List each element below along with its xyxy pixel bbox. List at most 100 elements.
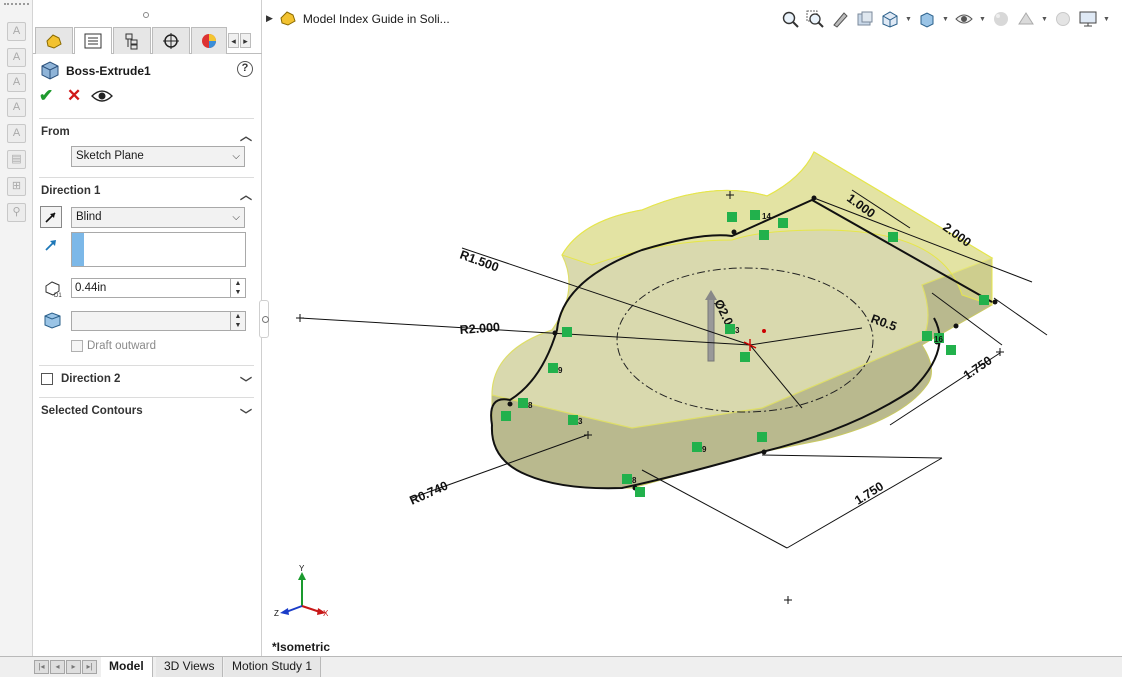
configuration-manager-icon: [125, 33, 138, 50]
end-condition-select[interactable]: Blind ⌵: [71, 207, 245, 228]
dim-1750-bottom[interactable]: 1.750: [852, 479, 886, 507]
chevron-down-icon: ⌵: [232, 212, 240, 223]
tab-dimxpert-manager[interactable]: [152, 27, 190, 54]
prev-tab-icon[interactable]: ◂: [50, 660, 65, 674]
dim-r2000[interactable]: R2.000: [459, 320, 500, 337]
smart-dimension-icon[interactable]: A: [7, 22, 26, 41]
relation-count-8a: 8: [528, 401, 533, 410]
last-tab-icon[interactable]: ▸|: [82, 660, 97, 674]
tab-model[interactable]: Model: [101, 657, 153, 677]
feature-manager-icon: [46, 34, 62, 49]
draft-outward-checkbox[interactable]: [71, 340, 83, 352]
dim-r0740[interactable]: R0.740: [408, 479, 451, 508]
from-select[interactable]: Sketch Plane ⌵: [71, 146, 245, 167]
tab-3d-views[interactable]: 3D Views: [156, 657, 224, 677]
preview-eye-icon[interactable]: [91, 88, 113, 104]
graphics-area[interactable]: ▶ Model Index Guide in Soli... ▼ ▼ ▼ ▼ ▼: [262, 0, 1122, 656]
selection-color-swatch: [72, 233, 84, 266]
note-icon[interactable]: A: [7, 48, 26, 67]
separator: [39, 365, 254, 366]
direction-reference-box[interactable]: [71, 232, 246, 267]
tab-feature-manager[interactable]: [35, 27, 73, 54]
direction-vector-icon: [40, 234, 62, 256]
direction1-label: Direction 1: [41, 185, 101, 197]
separator: [39, 177, 254, 178]
separator: [39, 397, 254, 398]
first-tab-icon[interactable]: |◂: [34, 660, 49, 674]
crosshair-icon: [163, 33, 179, 49]
bottom-tab-bar: |◂ ◂ ▸ ▸| Model 3D Views Motion Study 1: [0, 656, 1122, 677]
relation-count-9a: 9: [558, 366, 563, 375]
relation-count-9b: 9: [702, 445, 707, 454]
boss-extrude-icon: [41, 61, 59, 80]
direction2-section-header[interactable]: Direction 2 ﹀: [61, 373, 254, 393]
panel-grip-icon: [143, 12, 149, 18]
ok-check-icon[interactable]: ✔: [39, 86, 53, 106]
triad-icon: [280, 572, 326, 615]
svg-text:D1: D1: [54, 293, 62, 298]
command-strip: A A A A A ▤ ⊞ ⚲: [0, 0, 33, 656]
end-condition-value: Blind: [76, 211, 102, 223]
draft-outward-label: Draft outward: [87, 340, 157, 352]
relation-count-3a: 3: [578, 417, 583, 426]
ok-cancel-bar: ✔ ✕: [39, 86, 129, 108]
cancel-x-icon[interactable]: ✕: [67, 86, 81, 106]
chevron-up-icon[interactable]: ︿: [240, 127, 252, 144]
dim-r1500[interactable]: R1.500: [458, 248, 501, 275]
grip-dots: [4, 3, 29, 7]
tab-display-manager[interactable]: [191, 27, 227, 54]
tab-motion-study-1[interactable]: Motion Study 1: [224, 657, 322, 677]
chevron-down-icon[interactable]: ﹀: [240, 374, 252, 391]
depth-spinner[interactable]: ▲ ▼: [230, 279, 245, 297]
view-orientation-label: *Isometric: [272, 640, 331, 654]
relation-count-14: 14: [762, 212, 771, 221]
model-viewport[interactable]: R1.500 R2.000 R0.740 R0.5 1.000 2.000 1.…: [262, 0, 1122, 656]
balloon-icon[interactable]: A: [7, 73, 26, 92]
tab-property-manager[interactable]: [74, 27, 112, 54]
auto-balloon-icon[interactable]: A: [7, 98, 26, 117]
from-section-header[interactable]: From ︿: [41, 126, 254, 146]
selected-contours-label: Selected Contours: [41, 405, 143, 417]
depth-icon: D1: [42, 277, 64, 299]
dim-1750-right[interactable]: 1.750: [961, 353, 995, 382]
panel-collapse-handle[interactable]: [259, 300, 269, 338]
triad-y-label: Y: [299, 564, 305, 573]
property-manager-icon: [84, 33, 102, 49]
draft-spinner[interactable]: ▲ ▼: [230, 312, 245, 330]
surface-finish-icon[interactable]: A: [7, 124, 26, 143]
appearance-ball-icon: [202, 34, 216, 48]
link-icon[interactable]: ⚲: [7, 203, 26, 222]
next-tab-icon[interactable]: ▸: [66, 660, 81, 674]
tab-scroll-left-icon[interactable]: ◂: [228, 33, 239, 48]
selected-contours-section-header[interactable]: Selected Contours ﹀: [41, 405, 254, 425]
manager-tabs: ◂ ▸: [33, 27, 262, 54]
triad-x-label: X: [323, 609, 329, 618]
separator: [39, 118, 254, 119]
reverse-direction-button[interactable]: [40, 206, 62, 228]
depth-input[interactable]: 0.44in ▲ ▼: [71, 278, 246, 298]
property-manager: ◂ ▸ Boss-Extrude1 ? ✔ ✕ From ︿ Sketch Pl…: [33, 0, 262, 656]
tab-configuration-manager[interactable]: [113, 27, 151, 54]
chevron-down-icon[interactable]: ﹀: [240, 406, 252, 423]
help-icon[interactable]: ?: [237, 61, 253, 77]
direction1-section-header[interactable]: Direction 1 ︿: [41, 185, 254, 205]
direction2-checkbox[interactable]: [41, 373, 53, 385]
chevron-up-icon[interactable]: ︿: [240, 186, 252, 203]
depth-value: 0.44in: [75, 282, 107, 294]
datum-icon[interactable]: ⊞: [7, 177, 26, 196]
relation-count-16: 16: [934, 335, 943, 344]
relation-count-8b: 8: [632, 476, 637, 485]
reverse-direction-icon: [45, 212, 56, 223]
direction2-label: Direction 2: [61, 373, 121, 385]
triad-z-label: Z: [274, 609, 279, 618]
relation-count-3b: 3: [735, 326, 740, 335]
weld-symbol-icon[interactable]: ▤: [7, 150, 26, 169]
from-select-value: Sketch Plane: [76, 150, 144, 162]
draft-angle-input[interactable]: ▲ ▼: [71, 311, 246, 331]
from-label: From: [41, 126, 70, 138]
tab-scroll-right-icon[interactable]: ▸: [240, 33, 251, 48]
draft-angle-icon[interactable]: [41, 309, 63, 331]
feature-header: Boss-Extrude1 ?: [39, 60, 255, 80]
feature-name: Boss-Extrude1: [66, 64, 151, 78]
chevron-down-icon: ⌵: [232, 151, 240, 162]
